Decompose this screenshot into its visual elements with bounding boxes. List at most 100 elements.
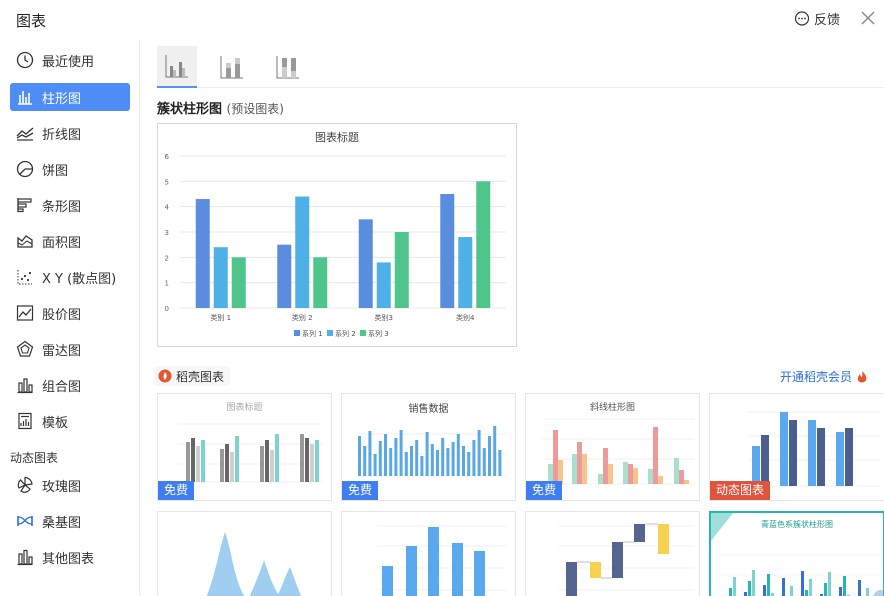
preset-chart-preview[interactable]: 图表标题 0 1 2 3 4 5 6 类别 1 类别 2 类别3 类别4 系列 1 系列 2 系列 3 bbox=[157, 123, 517, 347]
legend-swatch bbox=[294, 330, 300, 336]
bar-3-1 bbox=[231, 257, 246, 308]
thumbnail-bar bbox=[358, 436, 361, 476]
sidebar-item-rose[interactable]: 玫瑰图 bbox=[10, 471, 130, 499]
tab-clustered-column[interactable] bbox=[157, 46, 197, 88]
legend-swatch bbox=[360, 330, 366, 336]
y-tick-label: 2 bbox=[165, 254, 169, 262]
template-card-title: 斜线柱形图 bbox=[589, 403, 635, 413]
thumbnail-bar bbox=[472, 440, 476, 476]
template-icon bbox=[18, 412, 32, 430]
free-badge: 免费 bbox=[526, 481, 563, 500]
sidebar-item-bar[interactable]: 条形图 bbox=[10, 191, 130, 219]
sidebar-item-area[interactable]: 面积图 bbox=[10, 227, 130, 255]
feedback-button[interactable]: 反馈 bbox=[794, 9, 840, 28]
preset-chart-heading: 簇状柱形图 (预设图表) bbox=[157, 98, 284, 117]
sidebar-item-scatter[interactable]: X Y (散点图) bbox=[10, 263, 130, 291]
clustered-column-chart: 图表标题 0 1 2 3 4 5 6 类别 1 类别 2 类别3 类别4 系列 1 系列 2 系列 3 bbox=[165, 130, 506, 338]
legend-swatch bbox=[327, 330, 333, 336]
thumbnail-bar bbox=[752, 570, 755, 596]
thumbnail-bar bbox=[763, 585, 766, 596]
thumbnail-bar bbox=[462, 446, 465, 476]
column-subtype-tabs bbox=[156, 46, 884, 88]
clustered-column-icon bbox=[165, 55, 188, 78]
bar-1-1 bbox=[195, 199, 210, 308]
template-card-5[interactable] bbox=[157, 511, 332, 596]
sidebar-item-column[interactable]: 柱形图 bbox=[10, 83, 130, 111]
template-card-6[interactable] bbox=[341, 511, 516, 596]
thumbnail-bar bbox=[744, 592, 747, 596]
template-card-7[interactable] bbox=[525, 511, 700, 596]
sidebar-item-label: 组合图 bbox=[42, 379, 82, 395]
preset-chart-subtitle: (预设图表) bbox=[226, 102, 284, 116]
dynamic-chart-badge: 动态图表 bbox=[710, 481, 771, 500]
template-source-label: 稻壳图表 bbox=[176, 369, 225, 384]
y-tick-label: 3 bbox=[165, 229, 169, 237]
thumbnail-bar bbox=[858, 580, 861, 596]
sidebar-item-other[interactable]: 其他图表 bbox=[10, 543, 130, 571]
thumbnail-bar bbox=[384, 434, 387, 476]
template-card-title: 销售数据 bbox=[408, 404, 449, 415]
combo-chart-icon bbox=[17, 378, 33, 394]
thumbnail-bar bbox=[477, 430, 481, 476]
template-card-1[interactable]: 图表标题 免费 bbox=[157, 393, 332, 501]
template-thumbnail bbox=[377, 525, 507, 596]
template-source-tag: 稻壳图表 bbox=[154, 366, 231, 386]
legend-label: 系列 1 bbox=[302, 329, 323, 338]
sidebar-item-pie[interactable]: 饼图 bbox=[10, 155, 130, 183]
thumbnail-bar bbox=[801, 571, 804, 596]
sidebar-item-template[interactable]: 模板 bbox=[10, 407, 130, 435]
free-badge: 免费 bbox=[158, 481, 195, 500]
open-vip-link[interactable]: 开通稻壳会员 bbox=[780, 368, 868, 385]
tab-percent-stacked-column[interactable] bbox=[268, 46, 308, 88]
thumbnail-bar bbox=[782, 578, 785, 596]
thumbnail-bar bbox=[843, 576, 846, 596]
legend-label: 系列 3 bbox=[368, 329, 389, 338]
open-vip-label: 开通稻壳会员 bbox=[779, 370, 852, 384]
x-tick-label: 类别3 bbox=[375, 313, 393, 322]
y-tick-label: 5 bbox=[165, 178, 169, 186]
template-card-title: 图表标题 bbox=[226, 403, 263, 413]
template-card-8[interactable]: 青蓝色系簇状柱形图 bbox=[709, 511, 884, 596]
y-tick-label: 1 bbox=[165, 280, 169, 288]
flame-icon bbox=[857, 370, 867, 382]
chart-type-sidebar: 最近使用 柱形图 折线图 饼图 条形图 面积图 X Y (散点图) 股价图 雷达… bbox=[0, 40, 140, 596]
tab-stacked-column[interactable] bbox=[212, 46, 252, 88]
template-thumbnail bbox=[206, 532, 302, 596]
thumbnail-bar bbox=[389, 448, 393, 476]
template-card-4[interactable]: 动态图表 bbox=[709, 393, 884, 501]
sidebar-item-recent[interactable]: 最近使用 bbox=[10, 46, 130, 74]
sidebar-item-label: 柱形图 bbox=[42, 91, 82, 107]
line-chart-icon bbox=[16, 127, 34, 141]
thumbnail-bar bbox=[482, 448, 486, 476]
thumbnail-bar bbox=[378, 441, 382, 476]
dialog-title: 图表 bbox=[16, 12, 47, 30]
sidebar-item-label: 折线图 bbox=[42, 127, 82, 143]
bar-1-4 bbox=[440, 194, 455, 308]
template-card-2[interactable]: 销售数据 免费 bbox=[341, 393, 516, 501]
x-tick-label: 类别 1 bbox=[210, 313, 231, 322]
template-card-3[interactable]: 斜线柱形图 免费 bbox=[525, 393, 700, 501]
thumbnail-bar bbox=[828, 572, 831, 596]
area-chart-icon bbox=[17, 235, 33, 248]
sidebar-item-sankey[interactable]: 桑基图 bbox=[10, 507, 130, 535]
feedback-label: 反馈 bbox=[813, 13, 840, 28]
thumbnail-bar bbox=[467, 452, 471, 476]
sidebar-item-radar[interactable]: 雷达图 bbox=[10, 335, 130, 363]
close-icon[interactable] bbox=[856, 6, 880, 30]
bar-2-4 bbox=[458, 237, 473, 308]
thumbnail-bar bbox=[733, 577, 736, 596]
thumbnail-bar bbox=[368, 431, 372, 476]
docer-logo-icon bbox=[158, 369, 172, 383]
dynamic-charts-section-title: 动态图表 bbox=[10, 451, 59, 465]
sidebar-item-combo[interactable]: 组合图 bbox=[10, 371, 130, 399]
thumbnail-bar bbox=[415, 440, 419, 476]
sidebar-item-stock[interactable]: 股价图 bbox=[10, 299, 130, 327]
thumbnail-bar bbox=[430, 444, 434, 476]
rose-chart-icon bbox=[17, 476, 33, 493]
thumbnail-bar bbox=[866, 588, 869, 596]
thumbnail-bar bbox=[446, 448, 450, 476]
thumbnail-bar bbox=[748, 581, 751, 596]
thumbnail-bar bbox=[451, 442, 455, 476]
thumbnail-bar bbox=[839, 587, 842, 596]
sidebar-item-line[interactable]: 折线图 bbox=[10, 119, 130, 147]
